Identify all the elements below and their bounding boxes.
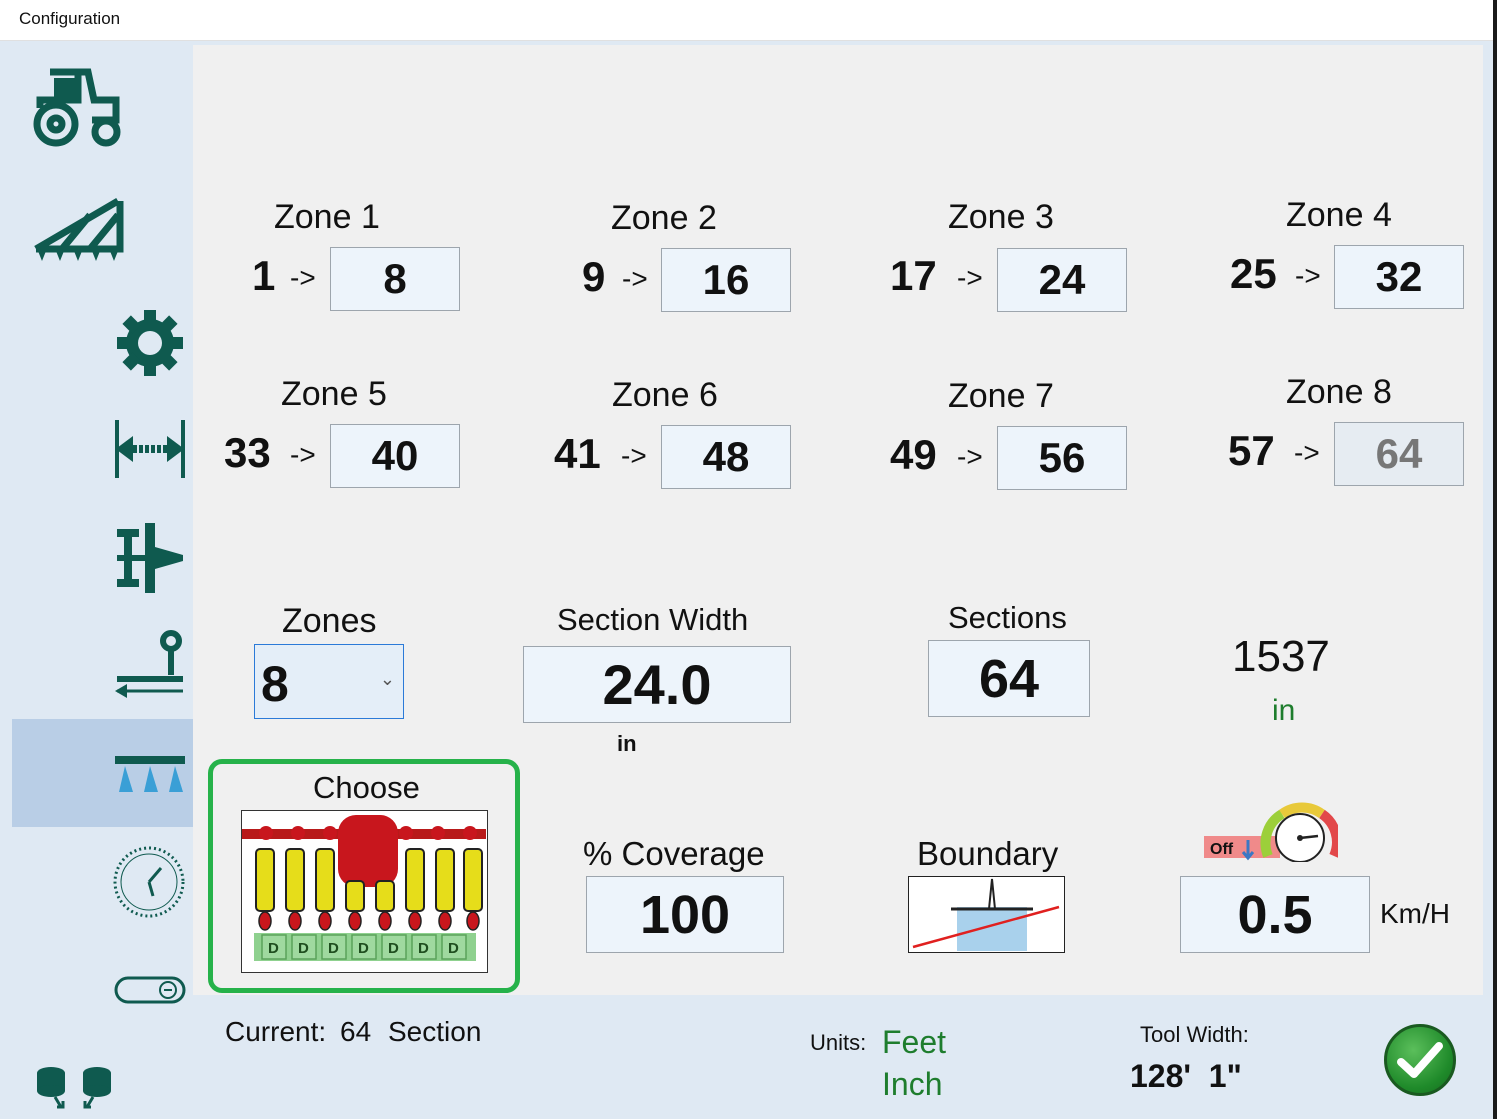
zone-6-arrow: ->	[621, 440, 647, 471]
zone-2-title: Zone 2	[611, 199, 717, 237]
save-load-icon[interactable]	[30, 1062, 118, 1112]
width-arrows-icon[interactable]	[112, 415, 187, 483]
title-bar: Configuration	[0, 0, 1493, 41]
checkmark-icon	[1397, 1042, 1443, 1078]
current-suffix: Section	[388, 1016, 482, 1047]
zone-3-arrow: ->	[957, 262, 983, 293]
offset-icon[interactable]	[112, 628, 187, 700]
zone-6-end-field[interactable]: 48	[661, 425, 791, 489]
window-title: Configuration	[19, 9, 121, 28]
tool-width-label: Tool Width:	[1140, 1022, 1249, 1047]
boundary-label: Boundary	[917, 835, 1059, 872]
zone-1-title: Zone 1	[274, 198, 380, 236]
tool-width-value: 128' 1"	[1130, 1058, 1242, 1094]
units-inch-option[interactable]: Inch	[882, 1066, 942, 1103]
zone-7-arrow: ->	[957, 441, 983, 472]
zone-1-arrow: ->	[290, 262, 316, 293]
current-label: Current:	[225, 1016, 327, 1047]
zone-8-start: 57	[1228, 427, 1275, 474]
zone-8-end-field: 64	[1334, 422, 1464, 486]
svg-text:D: D	[418, 940, 429, 957]
zone-4-arrow: ->	[1295, 260, 1321, 291]
speed-field[interactable]: 0.5	[1180, 876, 1370, 953]
zone-4-end-field[interactable]: 32	[1334, 245, 1464, 309]
choose-label: Choose	[313, 770, 420, 805]
units-label: Units:	[810, 1030, 867, 1055]
coverage-field[interactable]: 100	[586, 876, 784, 953]
sections-field[interactable]: 64	[928, 640, 1090, 717]
speed-gauge-icon: Off	[1204, 798, 1342, 863]
ok-button[interactable]	[1384, 1024, 1456, 1096]
svg-text:D: D	[268, 940, 279, 957]
zone-4-title: Zone 4	[1286, 196, 1392, 234]
gear-icon[interactable]	[112, 305, 187, 380]
clock-icon[interactable]	[110, 843, 188, 921]
section-width-unit: in	[617, 731, 637, 756]
configuration-window: Configuration Zone 1 1 -> 8 Zone 2 9 -> …	[0, 0, 1493, 1119]
zone-1-start: 1	[252, 252, 276, 299]
zone-3-start: 17	[890, 252, 937, 299]
zone-7-title: Zone 7	[948, 377, 1054, 415]
zone-8-title: Zone 8	[1286, 373, 1392, 411]
boom-sections-icon[interactable]	[112, 745, 187, 800]
zone-5-start: 33	[224, 429, 271, 476]
boundary-button[interactable]	[908, 876, 1065, 953]
coverage-label: % Coverage	[583, 835, 765, 872]
zone-7-end-field[interactable]: 56	[997, 426, 1127, 490]
zone-2-arrow: ->	[622, 263, 648, 294]
sections-label: Sections	[948, 600, 1067, 635]
svg-text:D: D	[298, 940, 309, 957]
total-width-unit: in	[1272, 694, 1296, 727]
hitch-icon[interactable]	[112, 520, 187, 595]
svg-text:D: D	[448, 940, 459, 957]
zone-3-end-field[interactable]: 24	[997, 248, 1127, 312]
svg-text:D: D	[358, 940, 369, 957]
zone-5-title: Zone 5	[281, 375, 387, 413]
zones-dropdown[interactable]: 8 ⌄	[254, 644, 404, 719]
speed-unit: Km/H	[1380, 898, 1450, 929]
zone-3-title: Zone 3	[948, 198, 1054, 236]
svg-text:D: D	[328, 940, 339, 957]
section-width-label: Section Width	[557, 602, 749, 637]
zone-2-end-field[interactable]: 16	[661, 248, 791, 312]
zone-4-start: 25	[1230, 250, 1277, 297]
zone-6-title: Zone 6	[612, 376, 718, 414]
zones-label: Zones	[282, 602, 377, 640]
window-edge	[1493, 0, 1497, 1119]
toggle-icon[interactable]	[112, 970, 187, 1010]
chevron-down-icon: ⌄	[379, 669, 395, 689]
tractor-icon[interactable]	[30, 62, 125, 152]
zone-8-arrow: ->	[1294, 437, 1320, 468]
section-width-field[interactable]: 24.0	[523, 646, 791, 723]
speed-off-label: Off	[1210, 841, 1234, 858]
current-value: 64	[340, 1016, 372, 1047]
svg-text:D: D	[388, 940, 399, 957]
zone-2-start: 9	[582, 253, 606, 300]
units-feet-option[interactable]: Feet	[882, 1024, 946, 1061]
zones-dropdown-value: 8	[261, 656, 289, 712]
total-width-value: 1537	[1232, 632, 1330, 681]
zone-5-end-field[interactable]: 40	[330, 424, 460, 488]
planter-image[interactable]: DDDDDDD	[241, 810, 488, 973]
zone-1-end-field[interactable]: 8	[330, 247, 460, 311]
implement-icon[interactable]	[30, 190, 125, 265]
zone-5-arrow: ->	[290, 439, 316, 470]
zone-7-start: 49	[890, 431, 937, 478]
zone-6-start: 41	[554, 430, 601, 477]
